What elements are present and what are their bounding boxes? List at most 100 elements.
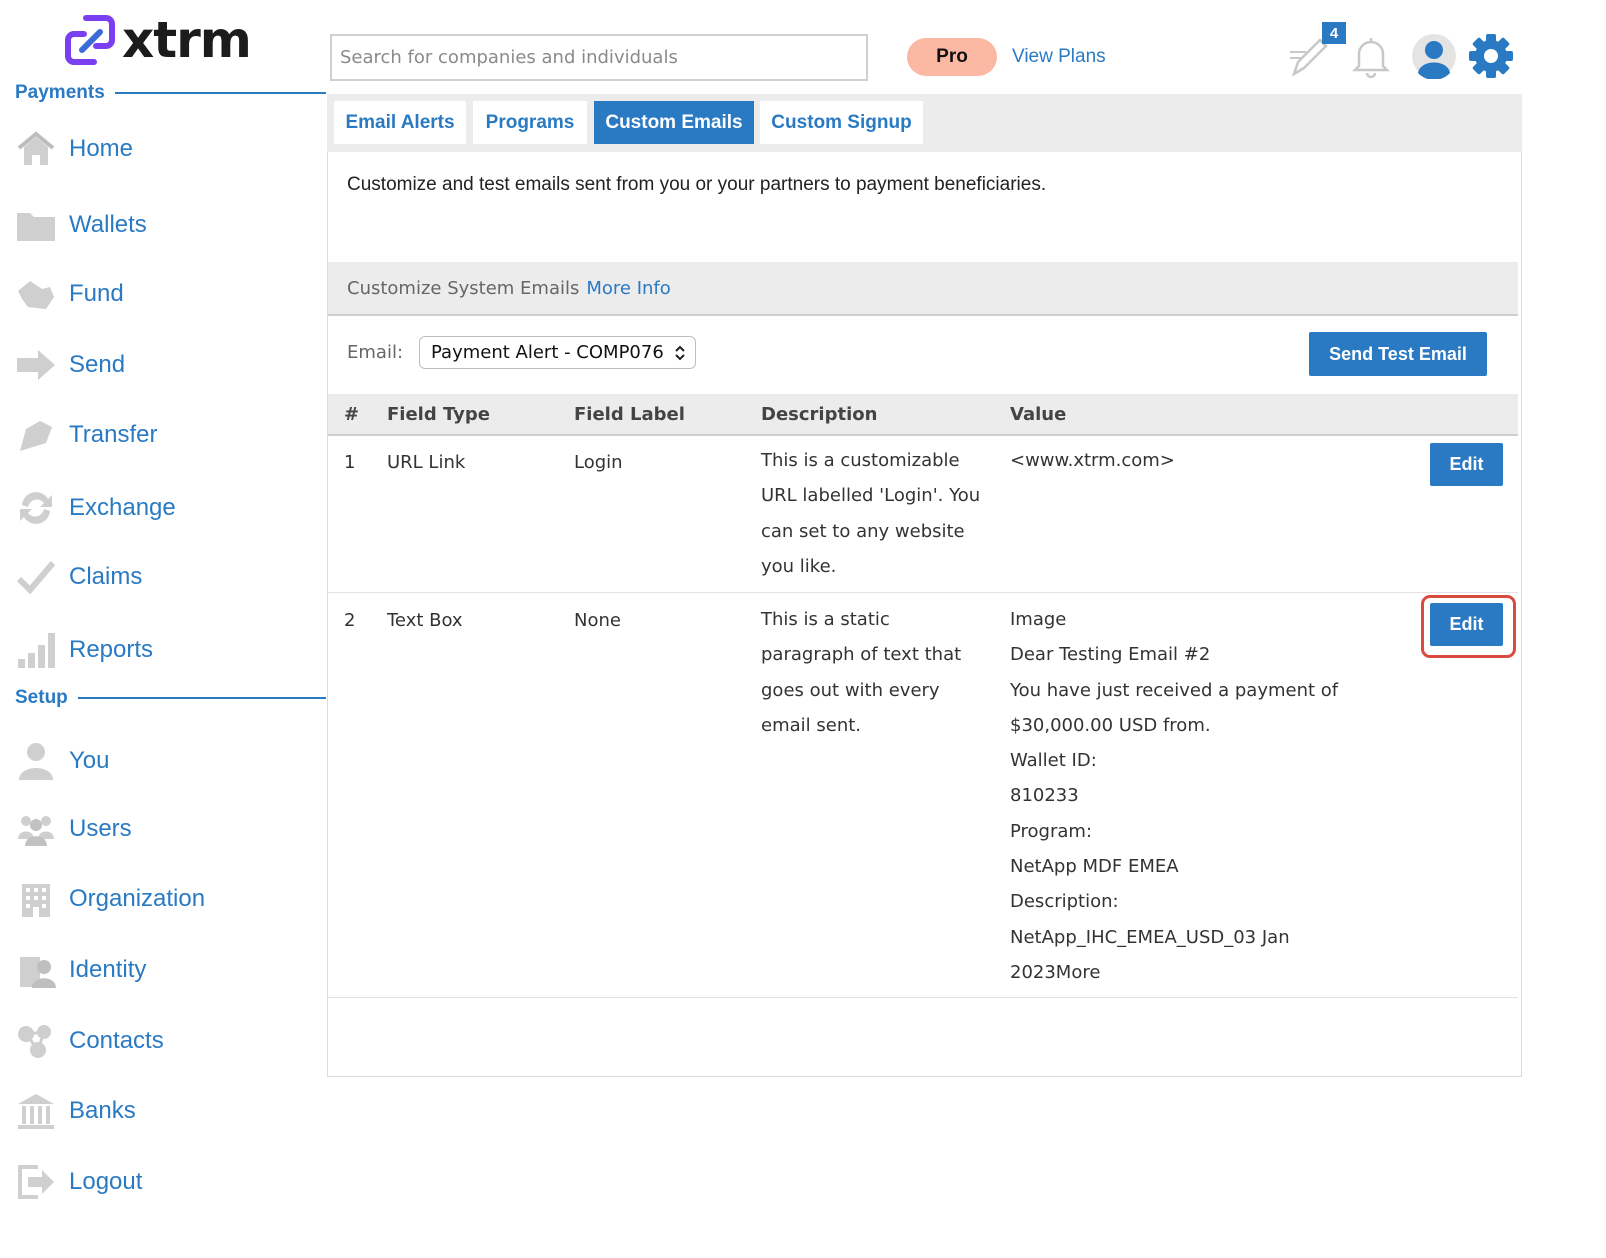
gear-icon[interactable] bbox=[1467, 32, 1515, 80]
sidebar-item-exchange[interactable]: Exchange bbox=[15, 486, 176, 530]
description-line: paragraph of text that bbox=[761, 644, 962, 666]
customize-emails-header: Customize System Emails More Info bbox=[328, 262, 1518, 316]
custom-emails-panel: Customize and test emails sent from you … bbox=[327, 152, 1522, 1077]
description-line: This is a static bbox=[761, 609, 890, 630]
settings-tabbar: Email Alerts Programs Custom Emails Cust… bbox=[327, 94, 1522, 152]
intro-text: Customize and test emails sent from you … bbox=[347, 174, 1047, 195]
xtrm-logo[interactable]: xtrm bbox=[62, 12, 252, 68]
transfer-icon bbox=[15, 414, 57, 456]
sidebar-item-home[interactable]: Home bbox=[15, 127, 133, 171]
row-description: This is a customizable URL labelled 'Log… bbox=[761, 443, 980, 584]
fund-icon bbox=[15, 273, 57, 315]
sidebar-item-users[interactable]: Users bbox=[15, 807, 132, 851]
edit-button[interactable]: Edit bbox=[1430, 603, 1503, 646]
bell-icon[interactable] bbox=[1349, 34, 1393, 78]
col-header-field-type: Field Type bbox=[387, 404, 490, 425]
email-select-label: Email: bbox=[347, 342, 404, 363]
tab-email-alerts[interactable]: Email Alerts bbox=[334, 101, 466, 144]
sidebar-item-label: Home bbox=[69, 135, 134, 162]
arrow-right-icon bbox=[15, 344, 57, 386]
sidebar-item-contacts[interactable]: Contacts bbox=[15, 1019, 164, 1063]
user-avatar-icon[interactable] bbox=[1411, 33, 1457, 79]
row-number: 2 bbox=[344, 610, 356, 631]
tab-custom-emails[interactable]: Custom Emails bbox=[594, 101, 754, 144]
person-icon bbox=[15, 740, 57, 782]
col-header-field-label: Field Label bbox=[574, 404, 685, 425]
sidebar-item-send[interactable]: Send bbox=[15, 343, 125, 387]
building-icon bbox=[15, 878, 57, 920]
row-field-label: None bbox=[574, 610, 621, 631]
sidebar-item-logout[interactable]: Logout bbox=[15, 1160, 142, 1204]
tab-custom-signup[interactable]: Custom Signup bbox=[760, 101, 923, 144]
notification-count-badge: 4 bbox=[1322, 22, 1346, 44]
row-number: 1 bbox=[344, 452, 356, 473]
sidebar-item-banks[interactable]: Banks bbox=[15, 1089, 136, 1133]
description-line: you like. bbox=[761, 555, 837, 577]
sidebar-item-wallets[interactable]: Wallets bbox=[15, 203, 147, 247]
row-value: Image Dear Testing Email #2 You have jus… bbox=[1010, 602, 1338, 990]
row-value: <www.xtrm.com> bbox=[1010, 443, 1175, 478]
sidebar-item-label: Wallets bbox=[69, 211, 147, 238]
value-line: Image bbox=[1010, 609, 1067, 630]
exchange-icon bbox=[15, 487, 57, 529]
fields-table-header: # Field Type Field Label Description Val… bbox=[328, 394, 1518, 436]
sidebar-item-identity[interactable]: Identity bbox=[15, 948, 146, 992]
sidebar-item-label: Contacts bbox=[69, 1027, 164, 1054]
value-line: NetApp_IHC_EMEA_USD_03 Jan bbox=[1010, 926, 1290, 948]
bar-chart-icon bbox=[15, 629, 57, 671]
edit-button[interactable]: Edit bbox=[1430, 443, 1503, 486]
select-chevron-icon bbox=[673, 343, 687, 368]
sidebar-item-label: Claims bbox=[69, 563, 143, 590]
email-template-select[interactable]: Payment Alert - COMP076 bbox=[419, 336, 696, 369]
sidebar-item-label: Fund bbox=[69, 280, 124, 307]
description-line: This is a customizable bbox=[761, 450, 960, 471]
sidebar-item-label: Logout bbox=[69, 1168, 143, 1195]
description-line: can set to any website bbox=[761, 520, 965, 542]
value-line: You have just received a payment of bbox=[1010, 679, 1339, 701]
sidebar-item-label: Identity bbox=[69, 956, 147, 983]
sidebar-item-label: Exchange bbox=[69, 494, 176, 521]
send-test-email-button[interactable]: Send Test Email bbox=[1309, 332, 1487, 376]
sidebar-item-label: Organization bbox=[69, 885, 206, 912]
home-icon bbox=[15, 128, 57, 170]
sidebar-item-you[interactable]: You bbox=[15, 739, 110, 783]
view-plans-link[interactable]: View Plans bbox=[1012, 46, 1106, 68]
value-line: $30,000.00 USD from. bbox=[1010, 714, 1211, 736]
folder-icon bbox=[15, 204, 57, 246]
sidebar-item-label: Send bbox=[69, 351, 126, 378]
plan-badge[interactable]: Pro bbox=[907, 38, 997, 76]
description-line: URL labelled 'Login'. You bbox=[761, 485, 981, 507]
users-icon bbox=[15, 808, 57, 850]
sidebar-item-fund[interactable]: Fund bbox=[15, 272, 124, 316]
section-title-payments: Payments bbox=[15, 82, 105, 103]
table-row: 2 Text Box None This is a static paragra… bbox=[328, 593, 1518, 998]
checkmark-icon bbox=[15, 556, 57, 598]
more-info-link[interactable]: More Info bbox=[586, 278, 670, 299]
col-header-number: # bbox=[344, 404, 360, 425]
row-field-label: Login bbox=[574, 452, 623, 473]
sidebar-item-label: Users bbox=[69, 815, 132, 842]
value-line: Description: bbox=[1010, 891, 1119, 913]
value-line: Dear Testing Email #2 bbox=[1010, 644, 1211, 666]
identity-icon bbox=[15, 949, 57, 991]
sidebar-item-reports[interactable]: Reports bbox=[15, 628, 153, 672]
sidebar-item-label: Reports bbox=[69, 636, 154, 663]
tab-programs[interactable]: Programs bbox=[473, 101, 587, 144]
sidebar-item-claims[interactable]: Claims bbox=[15, 555, 142, 599]
sidebar-item-label: Banks bbox=[69, 1097, 136, 1124]
row-field-type: Text Box bbox=[387, 610, 463, 631]
section-setup: Setup bbox=[15, 687, 326, 709]
xtrm-logo-mark-icon bbox=[65, 15, 115, 65]
email-select-value: Payment Alert - COMP076 bbox=[431, 342, 664, 363]
value-line: Wallet ID: bbox=[1010, 750, 1097, 772]
search-input[interactable] bbox=[330, 34, 868, 81]
sidebar: xtrm Payments Home Wallets Fund Send Tra… bbox=[0, 0, 330, 1258]
sidebar-item-label: You bbox=[69, 747, 110, 774]
logout-icon bbox=[15, 1161, 57, 1203]
row-field-type: URL Link bbox=[387, 452, 466, 473]
sidebar-item-label: Transfer bbox=[69, 421, 158, 448]
bank-icon bbox=[15, 1090, 57, 1132]
value-line: Program: bbox=[1010, 820, 1093, 842]
sidebar-item-organization[interactable]: Organization bbox=[15, 877, 205, 921]
sidebar-item-transfer[interactable]: Transfer bbox=[15, 413, 157, 457]
